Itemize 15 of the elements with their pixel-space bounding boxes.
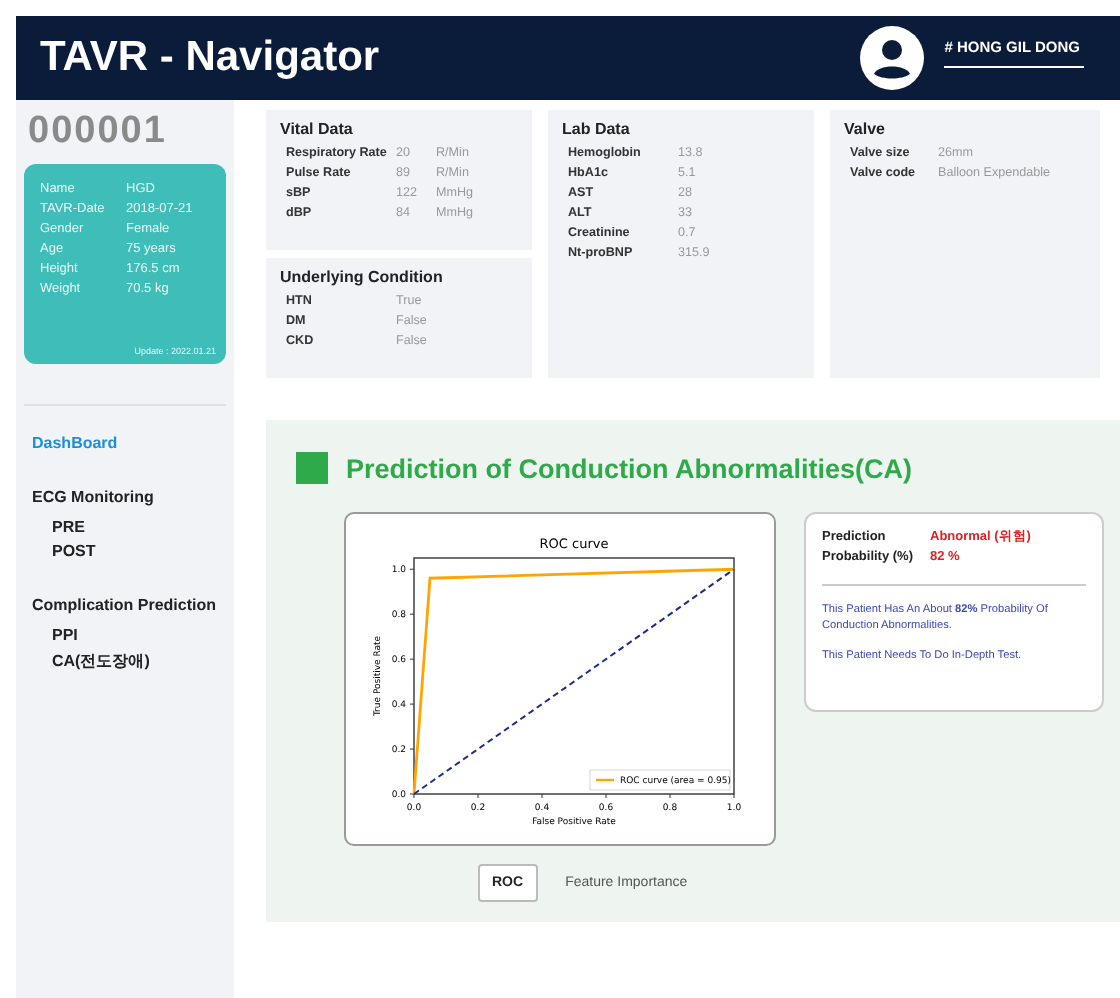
card-title: Vital Data [280, 120, 355, 138]
nav-item[interactable]: POST [52, 542, 226, 560]
nav-item[interactable]: PPI [52, 626, 226, 644]
card-title: Lab Data [562, 120, 632, 138]
nav-item[interactable]: PRE [52, 518, 226, 536]
nav-section-title: ECG Monitoring [32, 488, 156, 506]
nav-section-title: Complication Prediction [32, 596, 219, 614]
nav-item[interactable]: CA(전도장애) [52, 650, 226, 672]
app-title: TAVR - Navigator [40, 34, 380, 82]
section-title: Prediction of Conduction Abnormalities(CA) [346, 453, 912, 483]
section-marker-icon [296, 452, 328, 484]
card-title: Underlying Condition [280, 268, 445, 286]
user-avatar-icon[interactable] [860, 26, 925, 90]
patient-id: 000001 [28, 110, 169, 154]
card-title: Valve [844, 120, 887, 138]
